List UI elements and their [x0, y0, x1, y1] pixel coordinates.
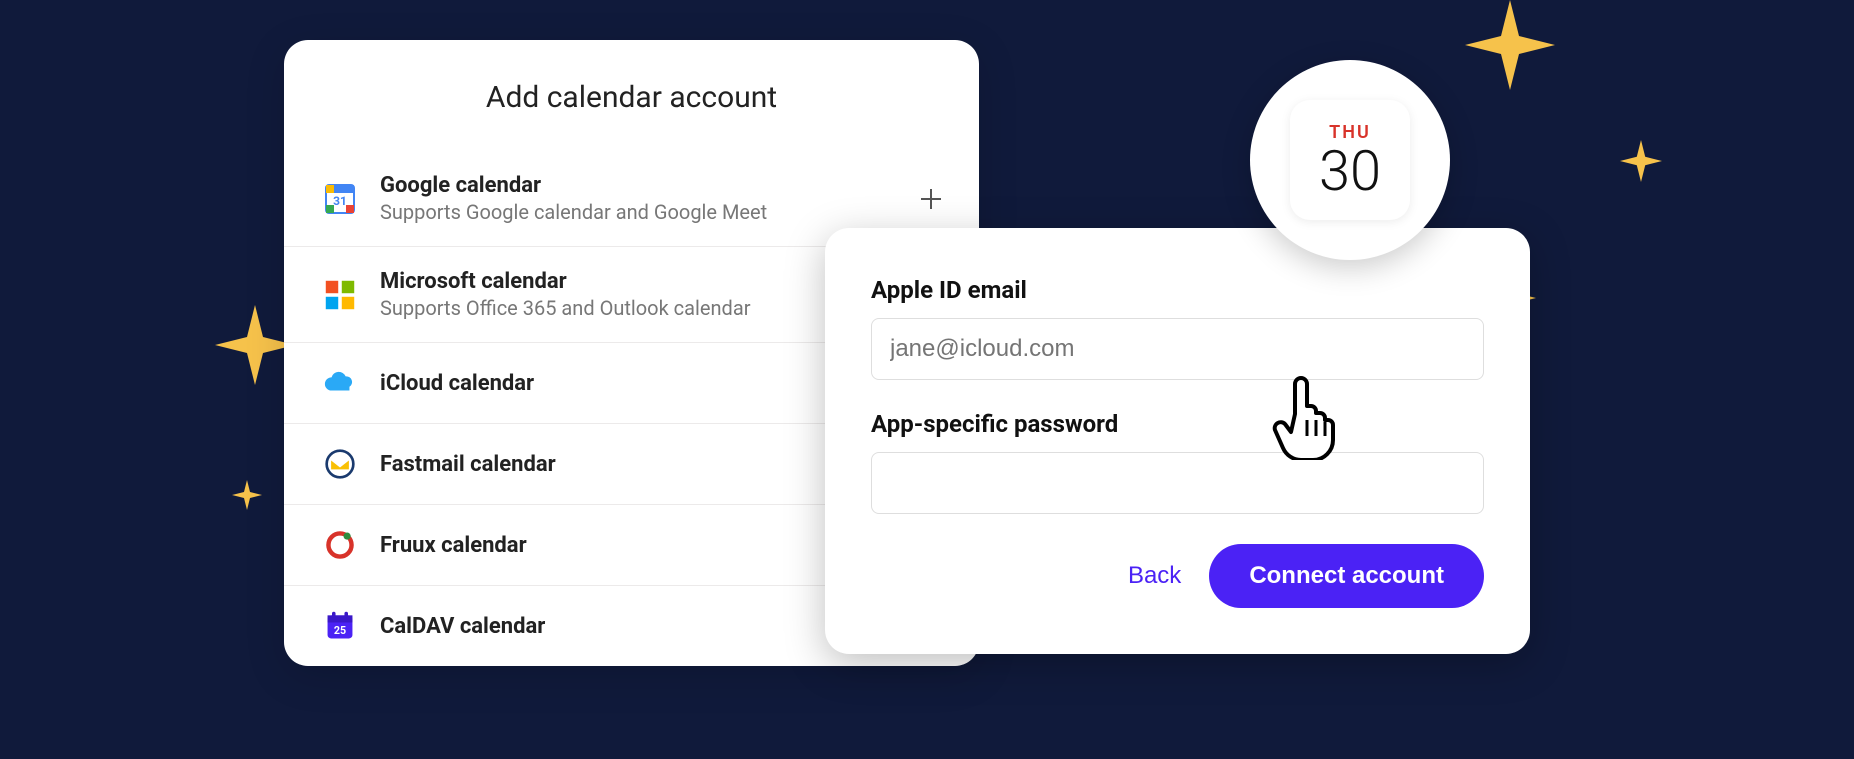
provider-subtitle: Supports Google calendar and Google Meet [380, 200, 899, 224]
sparkle-icon [232, 480, 262, 510]
password-label: App-specific password [871, 410, 1484, 438]
email-label: Apple ID email [871, 276, 1484, 304]
provider-name: CalDAV calendar [380, 614, 899, 639]
plus-icon[interactable] [921, 189, 941, 209]
fruux-icon [322, 527, 358, 563]
calendar-badge: THU 30 [1250, 60, 1450, 260]
calendar-card: THU 30 [1290, 100, 1410, 220]
panel-title: Add calendar account [284, 80, 979, 115]
back-button[interactable]: Back [1128, 562, 1181, 590]
provider-name: Google calendar [380, 173, 899, 198]
svg-text:25: 25 [334, 624, 346, 637]
google-calendar-icon: 31 [322, 181, 358, 217]
sparkle-icon [1465, 0, 1555, 90]
connect-account-button[interactable]: Connect account [1209, 544, 1484, 608]
microsoft-icon [322, 277, 358, 313]
fastmail-icon [322, 446, 358, 482]
pointing-hand-cursor-icon [1267, 370, 1347, 464]
sparkle-icon [1620, 140, 1662, 182]
icloud-connect-dialog: Apple ID email App-specific password Bac… [825, 228, 1530, 654]
app-specific-password-input[interactable] [871, 452, 1484, 514]
svg-text:31: 31 [333, 194, 347, 208]
caldav-icon: 25 [322, 608, 358, 644]
calendar-day-number: 30 [1319, 143, 1381, 199]
apple-id-email-input[interactable] [871, 318, 1484, 380]
sparkle-icon [215, 305, 295, 385]
icloud-icon [322, 365, 358, 401]
